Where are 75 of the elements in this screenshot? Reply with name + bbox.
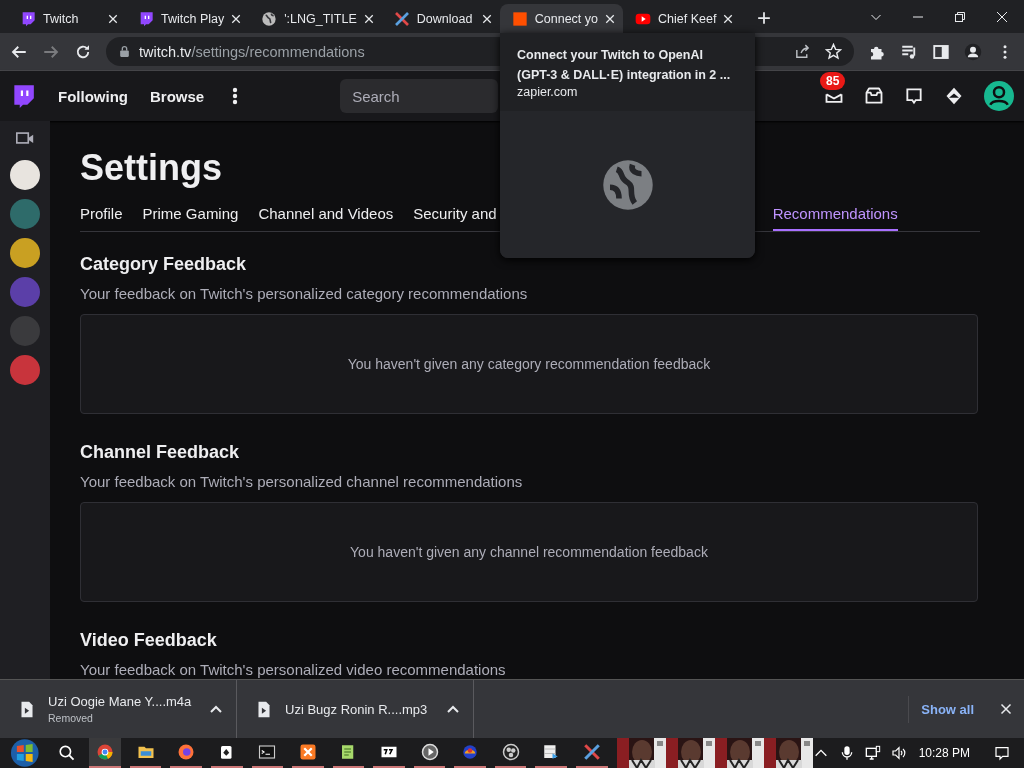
nav-link[interactable]: Following (58, 87, 128, 105)
caret-icon[interactable] (447, 705, 459, 713)
twitch-logo-icon (20, 10, 36, 27)
close-icon[interactable] (481, 13, 492, 24)
section-description: Your feedback on Twitch's personalized video recommendations (80, 661, 507, 678)
download-status: Removed (48, 712, 94, 724)
globe-icon (261, 10, 278, 27)
file-icon (20, 700, 34, 718)
lock-icon (118, 45, 131, 58)
app-logo-icon[interactable] (298, 743, 317, 761)
star-icon[interactable] (825, 43, 842, 60)
crossed-swords-icon (393, 10, 410, 27)
chat-bubble-icon[interactable] (904, 86, 924, 106)
page-title: Settings (80, 147, 222, 189)
caret-icon[interactable] (210, 705, 222, 713)
restore-icon[interactable] (954, 11, 966, 23)
browser-tab[interactable]: Twitch Play (126, 4, 250, 33)
plus-icon[interactable] (757, 11, 772, 25)
more-icon[interactable] (232, 87, 239, 105)
file-name: Uzi Oogie Mane Y....m4a (48, 694, 193, 709)
network-icon[interactable] (864, 745, 881, 761)
mailbox-icon[interactable] (864, 86, 884, 106)
browser-tab[interactable]: Download (381, 4, 500, 33)
section-description: Your feedback on Twitch's personalized category recommendations (80, 285, 529, 302)
settings-tab[interactable]: Prime Gaming (142, 205, 239, 231)
empty-state-message: You haven't given any category recommendation feedback (80, 314, 978, 414)
channel-avatar[interactable] (10, 238, 40, 268)
side-panel-icon[interactable] (932, 42, 950, 61)
notification-icon[interactable] (994, 745, 1010, 761)
browser-tab[interactable]: Connect yo (499, 4, 623, 33)
diamond-icon[interactable] (944, 86, 964, 106)
twitch-logo-icon (138, 10, 154, 27)
settings-tab[interactable]: Channel and Videos (258, 205, 394, 231)
windows-start-icon[interactable] (8, 738, 42, 768)
notification-badge: 85 (820, 72, 846, 90)
section-description: Your feedback on Twitch's personalized channel recommendations (80, 473, 524, 490)
profile-icon[interactable] (964, 42, 982, 61)
empty-state-message: You haven't given any channel recommendation feedback (80, 502, 978, 602)
browser-tab[interactable]: Chief Keef (623, 4, 742, 33)
settings-tab[interactable]: Profile (80, 205, 123, 231)
video-camera-icon[interactable] (16, 131, 34, 145)
file-icon (257, 700, 271, 718)
settings-tab[interactable]: Security and (413, 205, 497, 231)
browser-tab[interactable]: ':LNG_TITLE (249, 4, 382, 33)
browser-tab[interactable]: Twitch (8, 4, 126, 33)
globe-icon (600, 157, 655, 212)
play-circle-icon[interactable] (420, 743, 439, 761)
terminal-icon[interactable] (258, 743, 277, 761)
active-taskbar-app[interactable] (89, 738, 121, 768)
close-icon[interactable] (231, 13, 242, 24)
close-icon[interactable] (1000, 703, 1012, 715)
speaker-icon[interactable] (890, 745, 907, 761)
close-icon[interactable] (723, 13, 734, 24)
nav-link[interactable]: Browse (150, 87, 205, 105)
section-heading: Category Feedback (80, 254, 248, 275)
close-icon[interactable] (363, 13, 374, 24)
section-heading: Video Feedback (80, 630, 218, 651)
search-field[interactable]: Search (340, 79, 499, 113)
square-logo-icon (511, 10, 528, 27)
clock-time[interactable]: 10:28 PM (918, 746, 970, 760)
settings-tab[interactable]: Recommendations (772, 205, 898, 231)
chrome-icon[interactable] (96, 743, 115, 761)
url-text: twitch.tv/settings/recommendations (139, 43, 365, 60)
crossed-swords-icon[interactable] (582, 743, 601, 761)
user-avatar-icon[interactable] (984, 81, 1014, 111)
section-heading: Channel Feedback (80, 442, 241, 463)
close-icon[interactable] (996, 11, 1008, 23)
close-icon[interactable] (605, 13, 615, 24)
channel-avatar[interactable] (10, 160, 40, 190)
close-icon[interactable] (108, 13, 118, 24)
file-name: Uzi Bugz Ronin R....mp3 (285, 701, 429, 717)
share-icon[interactable] (794, 43, 811, 60)
preview-domain: zapier.com (517, 85, 579, 99)
search-icon[interactable] (57, 744, 76, 762)
show-all-link[interactable]: Show all (908, 695, 986, 723)
